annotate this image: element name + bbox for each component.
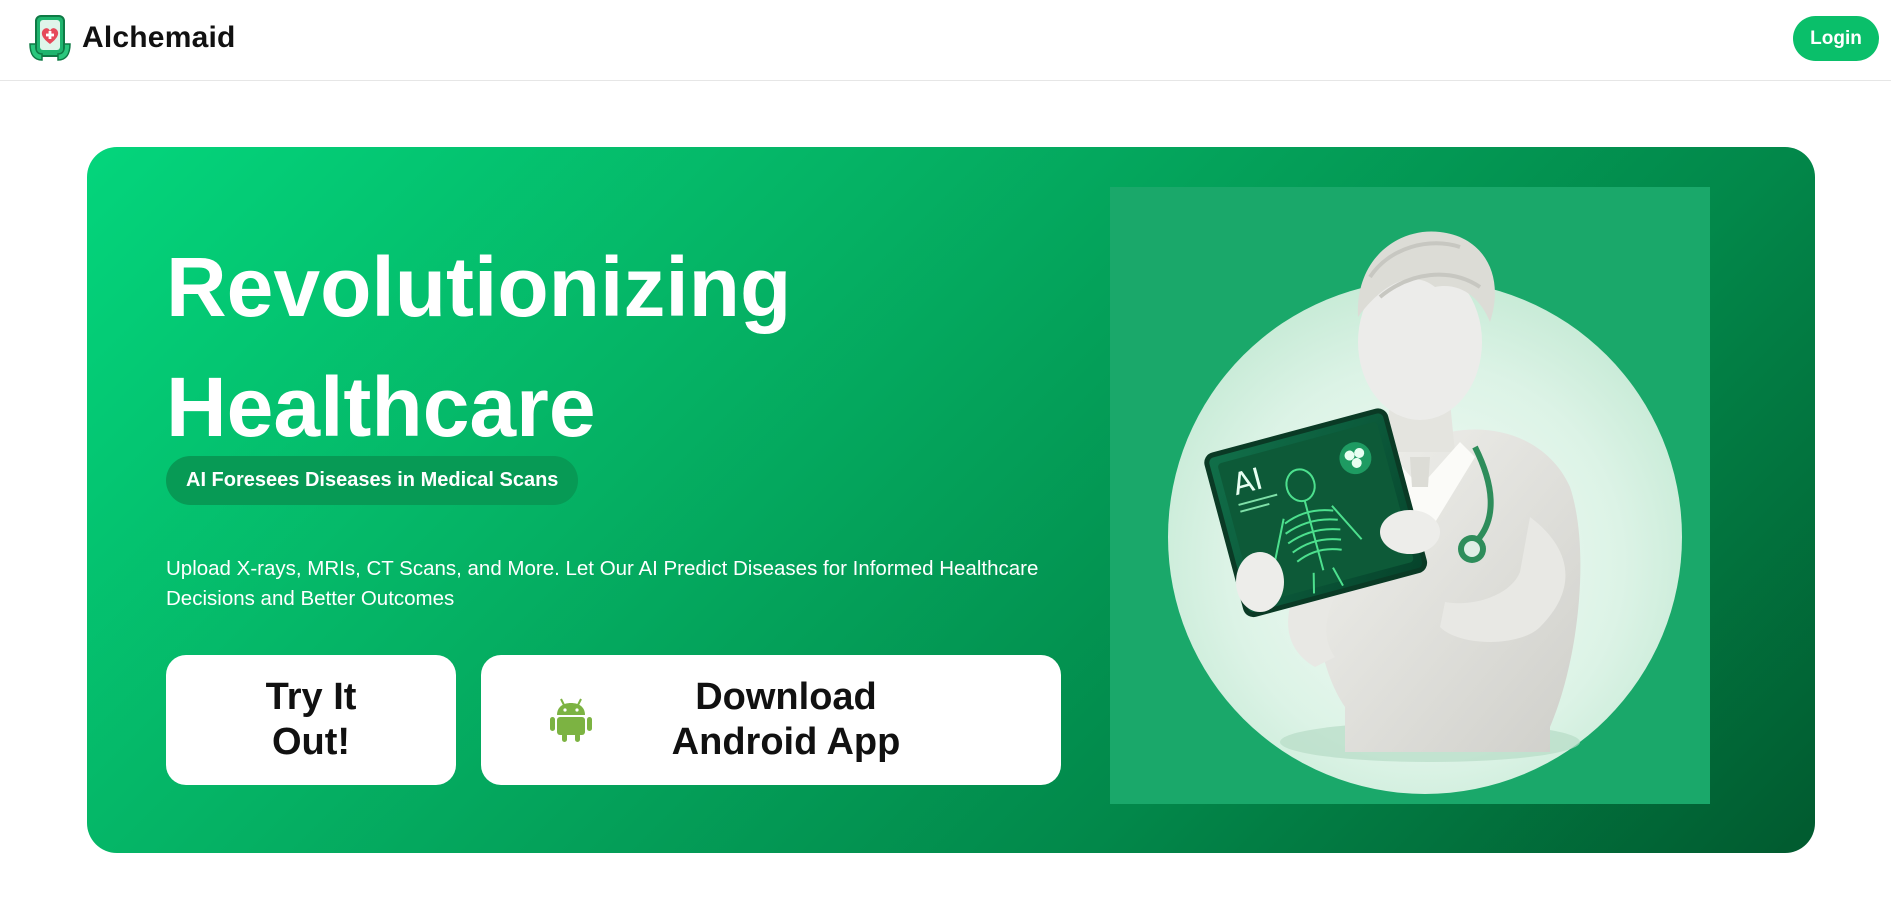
hero-headline: Revolutionizing Healthcare <box>166 227 986 467</box>
download-android-app-button[interactable]: Download Android App <box>481 655 1061 785</box>
doctor-illustration: AI <box>1110 187 1710 804</box>
top-navbar: Alchemaid Login <box>0 0 1891 81</box>
try-it-out-button[interactable]: Try It Out! <box>166 655 456 785</box>
feature-pill: AI Foresees Diseases in Medical Scans <box>166 456 579 505</box>
brand-name: Alchemaid <box>82 21 236 54</box>
medical-phone-heart-icon <box>29 15 71 61</box>
headline-line-2: Healthcare <box>166 360 596 454</box>
android-button-label: Download Android App <box>671 676 901 763</box>
hero-section: Revolutionizing Healthcare AI Foresees D… <box>87 147 1815 853</box>
android-icon <box>550 698 592 742</box>
hero-description: Upload X-rays, MRIs, CT Scans, and More.… <box>166 557 1039 610</box>
login-button[interactable]: Login <box>1793 16 1879 61</box>
doctor-with-xray-tablet-icon: AI <box>1168 231 1682 794</box>
brand[interactable]: Alchemaid <box>28 14 236 62</box>
headline-line-1: Revolutionizing <box>166 240 792 334</box>
